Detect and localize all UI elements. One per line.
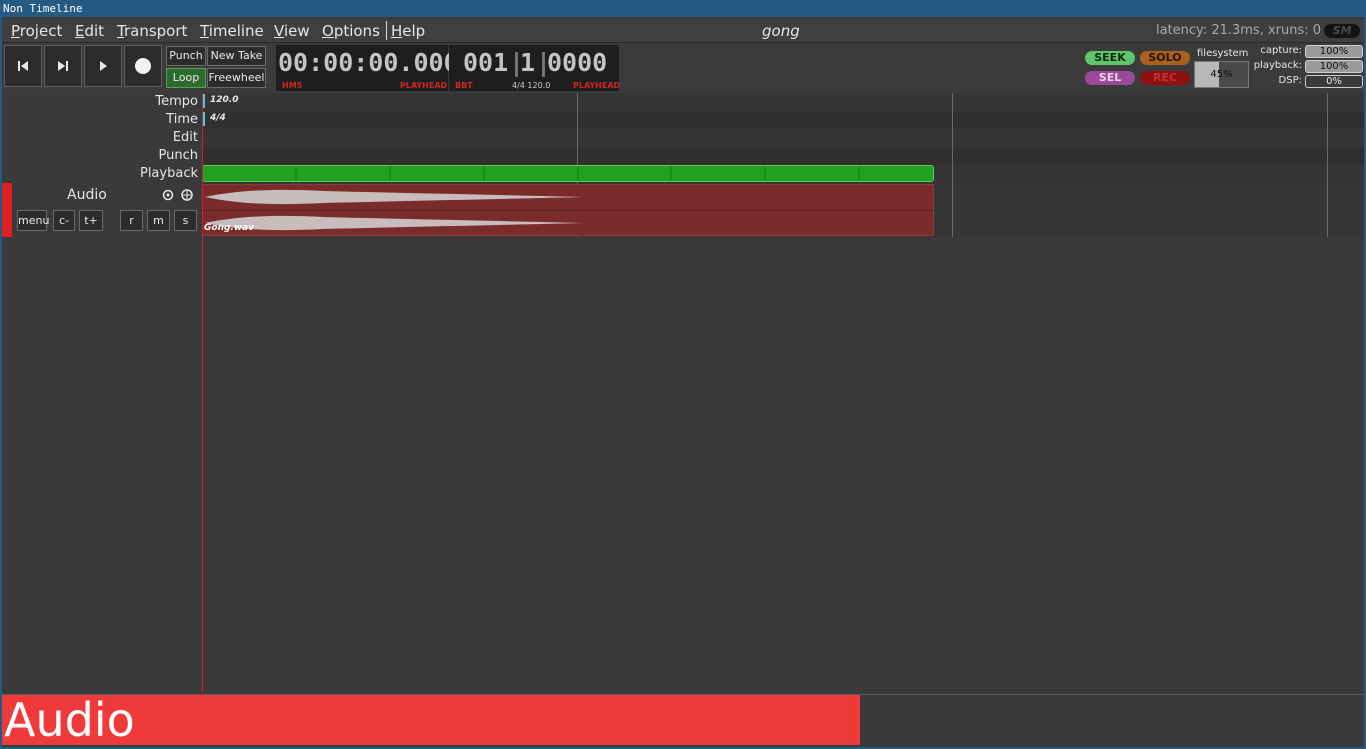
hms-clock[interactable]: 00:00:00.000 HMS PLAYHEAD [276, 45, 459, 91]
hms-clock-value: 00:00:00.000 [278, 48, 459, 77]
filesystem-value: 45% [1210, 69, 1233, 80]
bbt-tick: 0000 [547, 48, 608, 77]
bar-gridline [1327, 93, 1328, 237]
play-icon [100, 61, 107, 71]
rec-indicator[interactable]: REC [1140, 71, 1190, 85]
dsp-meter: 0% [1305, 75, 1363, 88]
transport-toolbar: Punch Loop New Take Freewheel 00:00:00.0… [2, 43, 1364, 93]
sel-indicator[interactable]: SEL [1085, 71, 1135, 85]
record-button-track[interactable]: r [120, 210, 143, 231]
track-color-strip [2, 183, 12, 237]
solo-button[interactable]: s [174, 210, 197, 231]
menu-timeline[interactable]: Timeline [200, 22, 264, 40]
punch-button[interactable]: Punch [166, 46, 206, 66]
settings-gear-icon[interactable] [181, 189, 193, 201]
dsp-label: DSP: [1278, 75, 1302, 86]
track-menu-button[interactable]: menu [17, 210, 49, 231]
loop-button[interactable]: Loop [166, 68, 206, 88]
solo-indicator[interactable]: SOLO [1140, 51, 1190, 65]
hms-clock-label: HMS [282, 81, 303, 90]
menu-edit[interactable]: Edit [75, 22, 104, 40]
region-name: Gong.wav [204, 223, 255, 233]
menu-separator [386, 21, 387, 40]
skip-to-start-button[interactable] [4, 45, 42, 87]
capture-label: capture: [1260, 45, 1302, 56]
time-signature-value: 4/4 [210, 113, 226, 123]
edit-ruler[interactable] [202, 129, 1364, 147]
sm-badge[interactable]: SM [1324, 24, 1360, 38]
menu-options[interactable]: Options [322, 22, 380, 40]
bbt-clock-label: BBT [455, 81, 473, 90]
filesystem-meter: 45% [1194, 61, 1249, 88]
punch-ruler[interactable] [202, 147, 1364, 165]
skip-to-end-icon [58, 61, 68, 71]
time-ruler[interactable] [202, 111, 1364, 129]
seek-indicator[interactable]: SEEK [1085, 51, 1135, 65]
time-ruler-label[interactable]: Time [166, 112, 198, 127]
bbt-clock[interactable]: 001 | 1 | 0000 BBT 4/4 120.0 PLAYHEAD [449, 45, 621, 91]
capture-meter: 100% [1305, 45, 1363, 58]
bar-gridline [952, 93, 953, 237]
collapse-button[interactable]: c- [53, 210, 75, 231]
new-take-button[interactable]: New Take [207, 46, 266, 66]
ruler-labels: Tempo Time Edit Punch Playback [2, 93, 202, 183]
region-waveform [203, 189, 933, 231]
menu-help[interactable]: Help [391, 22, 425, 40]
bottom-track-bar[interactable]: Audio [2, 693, 860, 747]
project-name: gong [762, 22, 800, 40]
bbt-beat: 1 [520, 48, 536, 77]
track-header: Audio menu c- t+ r m s [2, 183, 202, 237]
bbt-bar: 001 [463, 48, 509, 77]
skip-to-end-button[interactable] [44, 45, 82, 87]
menu-project[interactable]: Project [11, 22, 62, 40]
bbt-meter-tempo: 4/4 120.0 [512, 81, 551, 90]
tempo-marker-value: 120.0 [210, 95, 239, 105]
record-icon [135, 58, 151, 74]
bottom-track-label: Audio [4, 693, 135, 747]
timeline-canvas[interactable]: 120.0 4/4 Gong.wav [202, 93, 1364, 693]
playhead-line[interactable] [202, 93, 203, 693]
playback-meter: 100% [1305, 60, 1363, 73]
menu-bar: Project Edit Transport Timeline View Opt… [2, 19, 1364, 43]
audio-region[interactable]: Gong.wav [202, 184, 934, 236]
bbt-playhead-label: PLAYHEAD [573, 81, 621, 90]
loop-range-bar[interactable] [202, 165, 934, 182]
menu-transport[interactable]: Transport [117, 22, 187, 40]
punch-ruler-label[interactable]: Punch [159, 148, 198, 163]
add-takes-button[interactable]: t+ [79, 210, 103, 231]
freewheel-button[interactable]: Freewheel [207, 68, 266, 88]
playback-label: playback: [1253, 60, 1302, 71]
mute-button[interactable]: m [147, 210, 170, 231]
loop-range-beat-lines [295, 166, 860, 181]
hms-playhead-label: PLAYHEAD [400, 81, 448, 90]
menu-view[interactable]: View [274, 22, 310, 40]
record-arm-icon[interactable] [162, 189, 174, 201]
bottom-track-panel: Audio [2, 693, 1364, 747]
latency-status: latency: 21.3ms, xruns: 0 [1156, 23, 1322, 38]
edit-ruler-label[interactable]: Edit [173, 130, 198, 145]
play-button[interactable] [84, 45, 122, 87]
record-button[interactable] [124, 45, 162, 87]
window-title: Non Timeline [0, 0, 1366, 17]
filesystem-label: filesystem [1197, 48, 1249, 59]
track-name[interactable]: Audio [67, 187, 107, 203]
tempo-ruler[interactable] [202, 93, 1364, 111]
skip-to-start-icon [18, 61, 28, 71]
playback-ruler-label[interactable]: Playback [140, 166, 198, 181]
tempo-ruler-label[interactable]: Tempo [155, 94, 198, 109]
